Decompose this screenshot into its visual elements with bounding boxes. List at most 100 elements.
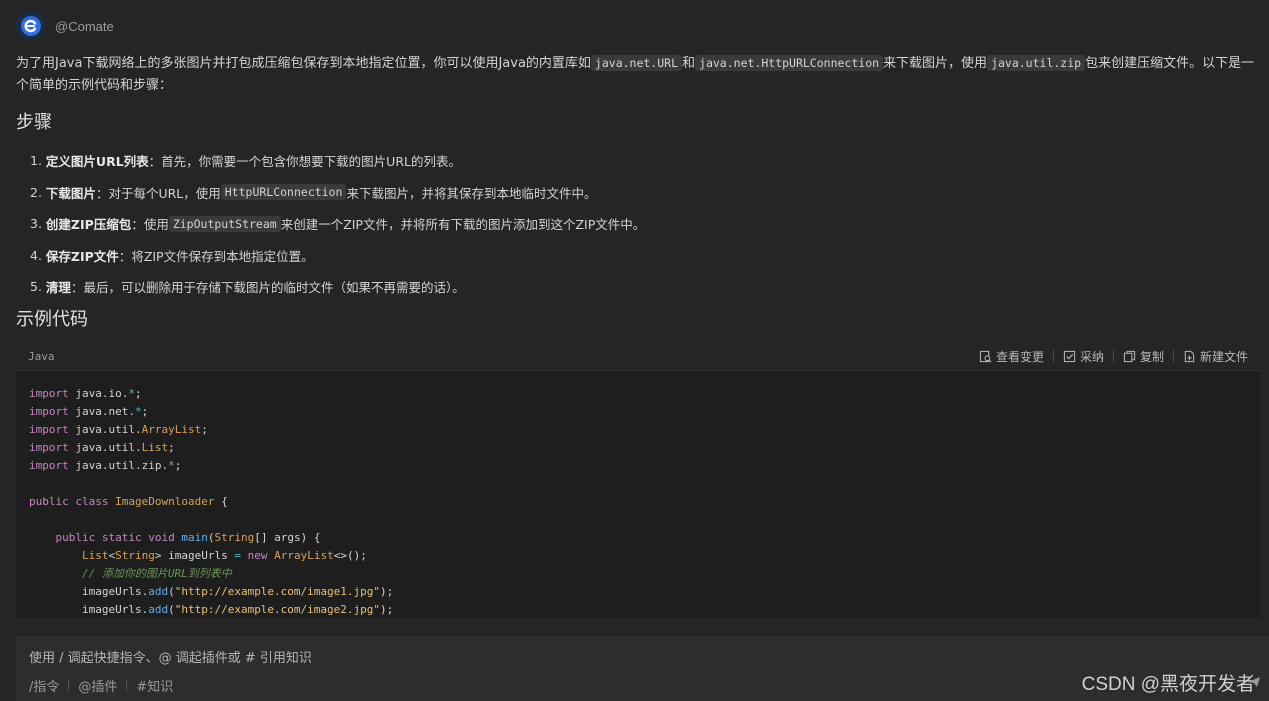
code-token: <>(); — [333, 549, 367, 562]
step-item: 3. 创建ZIP压缩包 ：使用 ZipOutputStream 来创建一个ZIP文件，… — [30, 208, 645, 240]
shortcut-commands[interactable]: /指令 — [29, 676, 59, 695]
code-token: ); — [380, 603, 394, 616]
code-toolbar: Java 查看变更 采纳 复制 新建文件 — [16, 342, 1260, 371]
code-token: java.io. — [75, 387, 129, 400]
code-token: main — [181, 531, 208, 544]
code-token: [] args) { — [254, 531, 321, 544]
intro-text: 来下载图片，使用 — [883, 56, 988, 71]
inline-code: HttpURLConnection — [220, 184, 347, 201]
code-token: ; — [168, 441, 175, 454]
comate-avatar — [16, 11, 46, 41]
code-token: String — [115, 549, 155, 562]
code-token: ; — [134, 387, 142, 400]
step-title: 创建ZIP压缩包 — [45, 217, 132, 233]
step-number: 2. — [30, 184, 42, 200]
step-item: 5. 清理 ：最后，可以删除用于存储下载图片的临时文件（如果不再需要的话）。 — [30, 271, 645, 303]
code-token: imageUrls. — [81, 585, 149, 598]
steps-list: 1. 定义图片URL列表 ：首先，你需要一个包含你想要下载的图片URL的列表。 2… — [30, 145, 645, 303]
inline-code: ZipOutputStream — [168, 215, 281, 232]
inline-code: java.net.HttpURLConnection — [695, 55, 884, 71]
code-token: add — [148, 585, 169, 598]
shortcut-bar: /指令 @插件 #知识 — [29, 676, 173, 695]
step-text: ：将ZIP文件保存到本地指定位置。 — [118, 248, 314, 264]
code-content: import java.io.*; import java.net.*; imp… — [16, 371, 1260, 618]
divider — [1112, 350, 1114, 362]
code-token: import — [29, 423, 69, 436]
code-token: add — [148, 603, 169, 616]
copy-icon — [1123, 350, 1136, 362]
code-token: new — [247, 549, 268, 562]
code-token: import — [29, 405, 69, 418]
code-token: ); — [380, 585, 394, 598]
code-token: ; — [141, 405, 149, 418]
code-token: ( — [168, 585, 175, 598]
intro-paragraph: 为了用Java下载网络上的多张图片并打包成压缩包保存到本地指定位置，你可以使用J… — [16, 52, 1258, 97]
view-diff-label: 查看变更 — [995, 349, 1044, 364]
new-file-button[interactable]: 新建文件 — [1183, 348, 1248, 365]
new-file-icon — [1184, 350, 1195, 362]
view-diff-icon — [979, 350, 992, 362]
chat-input-placeholder[interactable]: 使用 / 调起快捷指令、@ 调起插件或 # 引用知识 — [29, 647, 312, 666]
divider — [68, 680, 70, 691]
code-token: java.util. — [75, 423, 142, 436]
code-token: imageUrls — [161, 549, 235, 562]
divider — [1172, 350, 1174, 362]
step-text: 来创建一个ZIP文件，并将所有下载的图片添加到这个ZIP文件中。 — [280, 217, 646, 233]
code-token: import — [29, 441, 69, 454]
adopt-button[interactable]: 采纳 — [1063, 348, 1104, 365]
code-token: ArrayList — [141, 423, 202, 436]
code-token: class — [75, 495, 109, 508]
code-token: ; — [201, 423, 208, 436]
example-heading: 示例代码 — [16, 309, 88, 330]
divider — [126, 680, 128, 691]
step-title: 清理 — [45, 280, 71, 296]
code-token: static — [101, 531, 142, 544]
code-token: ArrayList — [274, 549, 334, 562]
step-number: 3. — [30, 216, 42, 232]
step-text: ：对于每个URL，使用 — [95, 185, 221, 201]
copy-button[interactable]: 复制 — [1123, 348, 1164, 365]
code-token: String — [214, 531, 255, 544]
step-text: 来下载图片，并将其保存到本地临时文件中。 — [346, 185, 597, 201]
send-icon[interactable] — [1247, 676, 1261, 688]
adopt-label: 采纳 — [1079, 349, 1104, 364]
code-token: List — [141, 441, 169, 454]
code-token: public — [55, 531, 96, 544]
message-body: 为了用Java下载网络上的多张图片并打包成压缩包保存到本地指定位置，你可以使用J… — [16, 52, 1258, 97]
code-token: java.util. — [75, 441, 142, 454]
steps-heading: 步骤 — [16, 112, 52, 133]
comate-logo-icon — [21, 16, 41, 36]
code-token: ( — [168, 603, 175, 616]
view-diff-button[interactable]: 查看变更 — [979, 348, 1044, 365]
code-actions: 查看变更 采纳 复制 新建文件 — [979, 348, 1248, 365]
step-text: ：首先，你需要一个包含你想要下载的图片URL的列表。 — [148, 154, 461, 170]
code-comment: // 添加你的图片URL到列表中 — [81, 567, 232, 580]
code-block: Java 查看变更 采纳 复制 新建文件 import java.io.*; i… — [16, 342, 1260, 618]
copy-label: 复制 — [1139, 349, 1164, 364]
shortcut-knowledge[interactable]: #知识 — [136, 676, 173, 695]
intro-text: 为了用Java下载网络上的多张图片并打包成压缩包保存到本地指定位置，你可以使用J… — [16, 56, 591, 71]
code-token: ; — [174, 459, 182, 472]
step-number: 4. — [30, 247, 42, 263]
step-item: 2. 下载图片 ：对于每个URL，使用 HttpURLConnection 来下载图片… — [30, 177, 645, 209]
shortcut-plugins[interactable]: @插件 — [78, 676, 117, 695]
new-file-label: 新建文件 — [1199, 349, 1248, 364]
message-header: @Comate — [16, 10, 114, 42]
step-number: 1. — [30, 153, 42, 169]
inline-code: java.util.zip — [987, 55, 1086, 71]
code-token: java.net. — [75, 405, 135, 418]
code-token: * — [134, 405, 142, 418]
code-token: import — [29, 387, 69, 400]
code-token: ( — [207, 531, 215, 544]
code-token: imageUrls. — [81, 603, 149, 616]
step-item: 4. 保存ZIP文件 ：将ZIP文件保存到本地指定位置。 — [30, 240, 645, 272]
code-token: * — [168, 459, 175, 472]
code-language-label: Java — [28, 349, 55, 363]
step-number: 5. — [30, 279, 42, 295]
code-string: "http://example.com/image1.jpg" — [174, 585, 381, 598]
code-token: void — [148, 531, 175, 544]
step-item: 1. 定义图片URL列表 ：首先，你需要一个包含你想要下载的图片URL的列表。 — [30, 145, 645, 177]
step-title: 定义图片URL列表 — [45, 154, 149, 170]
code-token: import — [29, 459, 69, 472]
code-token: * — [128, 387, 135, 400]
